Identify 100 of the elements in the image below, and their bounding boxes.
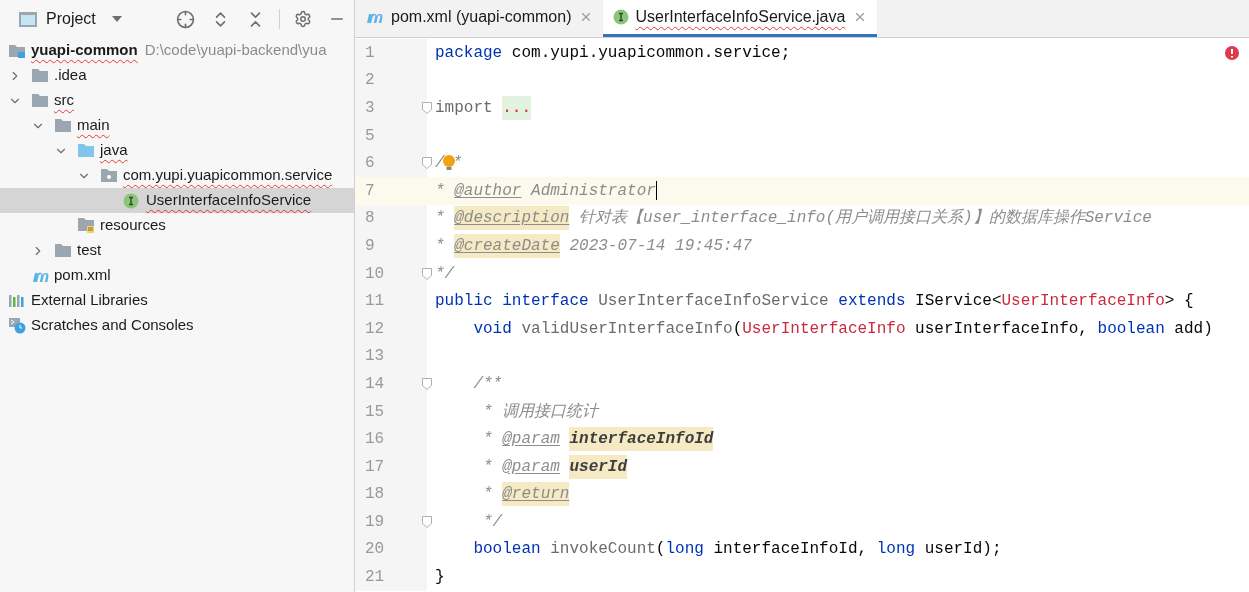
panel-title[interactable]: Project — [46, 7, 96, 31]
code-token: Administrator — [529, 180, 656, 202]
code-token: boolean — [472, 539, 542, 561]
line-number: 8 — [365, 208, 375, 230]
resources-folder-icon — [77, 217, 95, 234]
tree-item[interactable]: Scratches and Consoles — [0, 313, 354, 338]
scratches-icon — [8, 317, 26, 334]
code-token: /** — [472, 373, 503, 395]
code-token: @author — [454, 180, 522, 202]
code-token: ( — [655, 539, 666, 561]
tab-label: pom.xml (yuapi-common) — [391, 7, 572, 27]
tree-item[interactable]: com.yupi.yuapicommon.service — [0, 163, 354, 188]
tree-item[interactable]: src — [0, 88, 354, 113]
line-number: 3 — [365, 98, 375, 119]
folder-icon — [31, 68, 49, 83]
interface-icon — [123, 192, 139, 209]
code-token: boolean — [1097, 318, 1165, 340]
package-icon — [100, 168, 118, 183]
line-number: 9 — [365, 235, 375, 257]
code-token: @description — [454, 206, 570, 231]
code-token: UserInterfaceInfo — [742, 318, 906, 340]
tree-item[interactable]: java — [0, 138, 354, 163]
editor-tab[interactable]: UserInterfaceInfoService.java — [603, 0, 878, 37]
fold-marker-icon[interactable] — [422, 157, 432, 170]
code-token: * — [482, 484, 494, 506]
tree-item-label: pom.xml — [54, 265, 111, 286]
module-icon — [8, 42, 26, 59]
tab-label: UserInterfaceInfoService.java — [635, 7, 846, 27]
line-number: 10 — [365, 263, 385, 285]
tree-item[interactable]: .idea — [0, 63, 354, 88]
code-token: * — [435, 180, 446, 202]
folder-icon — [31, 93, 49, 108]
tree-item[interactable]: External Libraries — [0, 288, 354, 313]
fold-marker-icon[interactable] — [422, 377, 432, 390]
code-token: @param — [502, 456, 560, 478]
code-token: extends — [838, 291, 907, 313]
line-number: 17 — [365, 456, 385, 478]
tree-item-label: External Libraries — [31, 290, 148, 311]
line-number: 18 — [365, 484, 385, 506]
line-number: 21 — [365, 567, 385, 589]
code-token: * — [482, 456, 494, 478]
code-token: userInterfaceInfo, — [914, 318, 1089, 340]
settings-icon[interactable] — [294, 10, 312, 28]
code-token: ... — [502, 96, 532, 120]
tree-item[interactable]: main — [0, 113, 354, 138]
tree-item-label: .idea — [54, 65, 87, 86]
tree-item[interactable]: test — [0, 238, 354, 263]
fold-marker-icon[interactable] — [422, 102, 432, 114]
code-token: * — [482, 429, 494, 451]
locate-icon[interactable] — [176, 9, 195, 29]
code-token: @param — [502, 429, 560, 451]
code-token: @return — [502, 482, 570, 507]
fold-marker-icon[interactable] — [422, 267, 432, 280]
code-token: * 调用接口统计 — [482, 401, 599, 423]
code-token: 针对表【user_interface_info(用户调用接口关系)】的数据库操作Service — [578, 207, 1152, 230]
line-number: 1 — [365, 42, 375, 64]
editor-tab[interactable]: pom.xml (yuapi-common) — [355, 0, 604, 37]
line-number: 11 — [365, 291, 385, 313]
code-token: interfaceInfoId — [569, 427, 714, 452]
line-number: 5 — [365, 125, 375, 147]
tree-item-label: UserInterfaceInfoService — [146, 190, 312, 211]
tree-item[interactable]: resources — [0, 213, 354, 238]
code-token: package — [435, 42, 503, 64]
tree-item[interactable]: yuapi-common D:\code\yuapi-backend\yua — [0, 38, 354, 63]
code-token: validUserInterfaceInfo — [521, 318, 733, 340]
folder-icon — [77, 143, 95, 158]
fold-marker-icon[interactable] — [422, 515, 432, 528]
text-cursor — [655, 181, 658, 201]
code-token: * — [452, 153, 463, 175]
code-editor[interactable] — [355, 38, 1249, 592]
code-token: @createDate — [454, 233, 560, 258]
code-token: import — [435, 98, 494, 119]
tree-item-label: main — [77, 115, 110, 136]
line-number: 2 — [365, 70, 375, 92]
code-token: */ — [435, 263, 455, 285]
tree-item[interactable]: pom.xml — [0, 263, 354, 288]
dropdown-caret-icon[interactable] — [111, 16, 122, 22]
code-token: add) — [1173, 318, 1213, 340]
tree-item-label: resources — [100, 215, 166, 236]
tree-item-label: com.yupi.yuapicommon.service — [123, 165, 333, 186]
code-token: com.yupi.yuapicommon.service; — [510, 42, 791, 64]
line-number: 7 — [365, 180, 375, 202]
tree-item-label: Scratches and Consoles — [31, 315, 194, 336]
line-number: 19 — [365, 511, 385, 533]
line-number: 15 — [365, 401, 385, 423]
tree-item-label: src — [54, 90, 74, 111]
folder-icon — [54, 243, 72, 258]
code-token: invokeCount — [550, 539, 656, 561]
libraries-icon — [8, 293, 26, 308]
code-token: long — [665, 539, 704, 561]
code-token: * — [435, 235, 446, 257]
code-token: userId); — [923, 539, 1002, 561]
tree-item[interactable]: UserInterfaceInfoService — [0, 188, 354, 213]
code-token: UserInterfaceInfoService — [598, 291, 830, 313]
tree-item-label: java — [100, 140, 128, 161]
code-token: void — [472, 318, 513, 340]
code-token: > { — [1164, 291, 1194, 313]
code-token: interfaceInfoId, — [712, 539, 869, 561]
line-number: 16 — [365, 429, 385, 451]
code-token: ( — [732, 318, 743, 340]
